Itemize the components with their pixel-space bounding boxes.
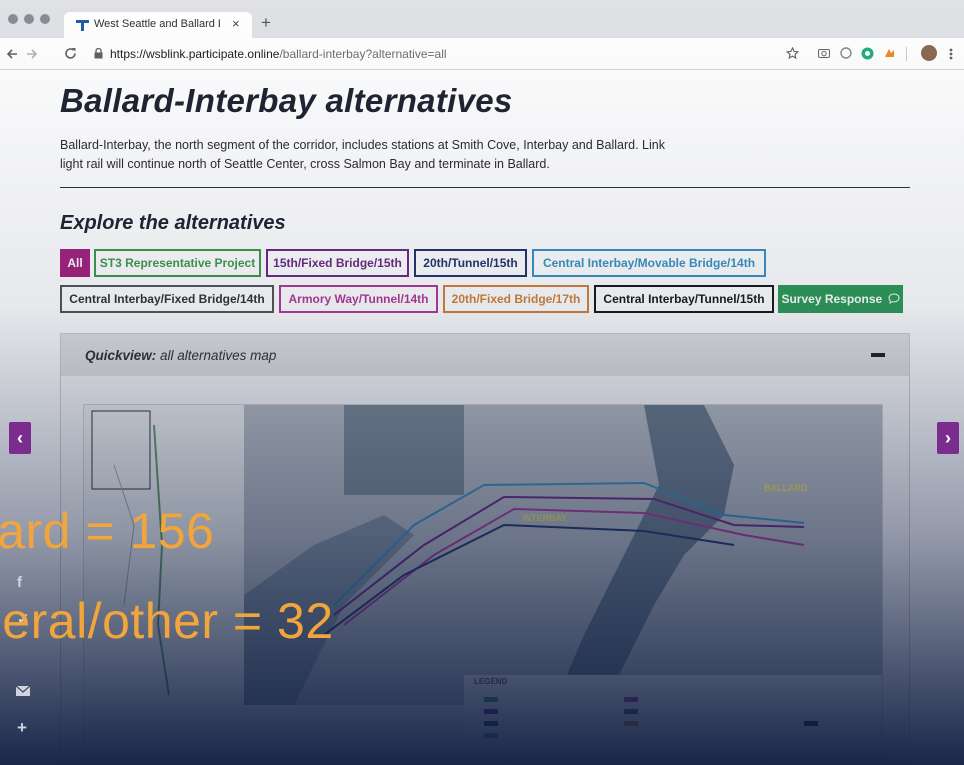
map-legend-title: LEGEND bbox=[474, 677, 508, 686]
quickview-title-rest: all alternatives map bbox=[156, 348, 277, 363]
back-arrow-icon[interactable] bbox=[6, 48, 18, 60]
filter-survey-response-button[interactable]: Survey Response bbox=[778, 285, 903, 313]
email-icon[interactable] bbox=[16, 686, 30, 696]
filter-central-interbay-fixed-bridge-button[interactable]: Central Interbay/Fixed Bridge/14th bbox=[60, 285, 274, 313]
lock-icon bbox=[94, 48, 103, 59]
browser-tab[interactable]: West Seattle and Ballard Link E × bbox=[64, 12, 252, 38]
camera-extension-icon[interactable] bbox=[818, 47, 830, 58]
filter-20th-fixed-bridge-17th-button[interactable]: 20th/Fixed Bridge/17th bbox=[443, 285, 589, 313]
filter-15th-fixed-bridge-15th-button[interactable]: 15th/Fixed Bridge/15th bbox=[266, 249, 409, 277]
new-tab-button[interactable]: + bbox=[261, 14, 271, 31]
page-content: Ballard-Interbay alternatives Ballard-In… bbox=[0, 70, 964, 765]
toolbar-separator bbox=[906, 47, 907, 61]
bookmark-star-icon[interactable] bbox=[786, 47, 799, 60]
filter-all-button[interactable]: All bbox=[60, 249, 90, 277]
tab-close-icon[interactable]: × bbox=[232, 16, 240, 31]
filter-20th-tunnel-15th-button[interactable]: 20th/Tunnel/15th bbox=[414, 249, 527, 277]
quickview-title: Quickview: all alternatives map bbox=[85, 348, 276, 363]
url-field[interactable]: https://wsblink.participate.online/balla… bbox=[88, 43, 800, 65]
speech-bubble-icon bbox=[888, 293, 900, 304]
explore-heading: Explore the alternatives bbox=[60, 212, 286, 234]
browser-menu-icon[interactable] bbox=[949, 48, 953, 60]
filter-armory-way-tunnel-button[interactable]: Armory Way/Tunnel/14th bbox=[279, 285, 438, 313]
forward-arrow-icon[interactable] bbox=[26, 48, 38, 60]
prev-slide-button[interactable]: ‹ bbox=[9, 422, 31, 454]
url-path: /ballard-interbay?alternative=all bbox=[279, 47, 447, 61]
address-bar: https://wsblink.participate.online/balla… bbox=[0, 38, 964, 70]
green-extension-icon[interactable] bbox=[861, 47, 874, 60]
quickview-title-bold: Quickview: bbox=[85, 348, 157, 363]
map-label-interbay: INTERBAY bbox=[522, 513, 568, 523]
collapse-icon[interactable] bbox=[871, 353, 885, 357]
survey-response-label: Survey Response bbox=[781, 292, 883, 306]
next-slide-button[interactable]: › bbox=[937, 422, 959, 454]
map-label-ballard: BALLARD bbox=[764, 483, 808, 493]
map-graphic bbox=[84, 405, 882, 765]
alternatives-map[interactable]: INTERBAY BALLARD LEGEND bbox=[83, 404, 883, 765]
orange-extension-icon[interactable] bbox=[883, 47, 896, 60]
window-minimize-dot[interactable] bbox=[24, 14, 34, 24]
reload-icon[interactable] bbox=[64, 47, 77, 60]
filter-central-interbay-tunnel-button[interactable]: Central Interbay/Tunnel/15th bbox=[594, 285, 774, 313]
overlay-text-line-2: neral/other = 32 bbox=[0, 593, 334, 649]
quickview-header[interactable]: Quickview: all alternatives map bbox=[61, 334, 909, 376]
page-title: Ballard-Interbay alternatives bbox=[60, 82, 513, 119]
filter-central-interbay-movable-bridge-button[interactable]: Central Interbay/Movable Bridge/14th bbox=[532, 249, 766, 277]
facebook-icon[interactable]: f bbox=[17, 574, 22, 591]
browser-tab-bar: West Seattle and Ballard Link E × + bbox=[0, 0, 964, 38]
url-host: https://wsblink.participate.online bbox=[110, 47, 280, 61]
window-zoom-dot[interactable] bbox=[40, 14, 50, 24]
tab-title: West Seattle and Ballard Link E bbox=[94, 18, 220, 30]
overlay-text-line-1: llard = 156 bbox=[0, 503, 215, 559]
filter-st3-representative-button[interactable]: ST3 Representative Project bbox=[94, 249, 261, 277]
add-share-icon[interactable]: + bbox=[17, 718, 27, 738]
sound-transit-favicon-icon bbox=[76, 20, 89, 31]
window-close-dot[interactable] bbox=[8, 14, 18, 24]
intro-paragraph: Ballard-Interbay, the north segment of t… bbox=[60, 138, 665, 171]
circle-extension-icon[interactable] bbox=[840, 47, 852, 59]
profile-avatar[interactable] bbox=[921, 45, 937, 61]
divider bbox=[60, 187, 910, 188]
